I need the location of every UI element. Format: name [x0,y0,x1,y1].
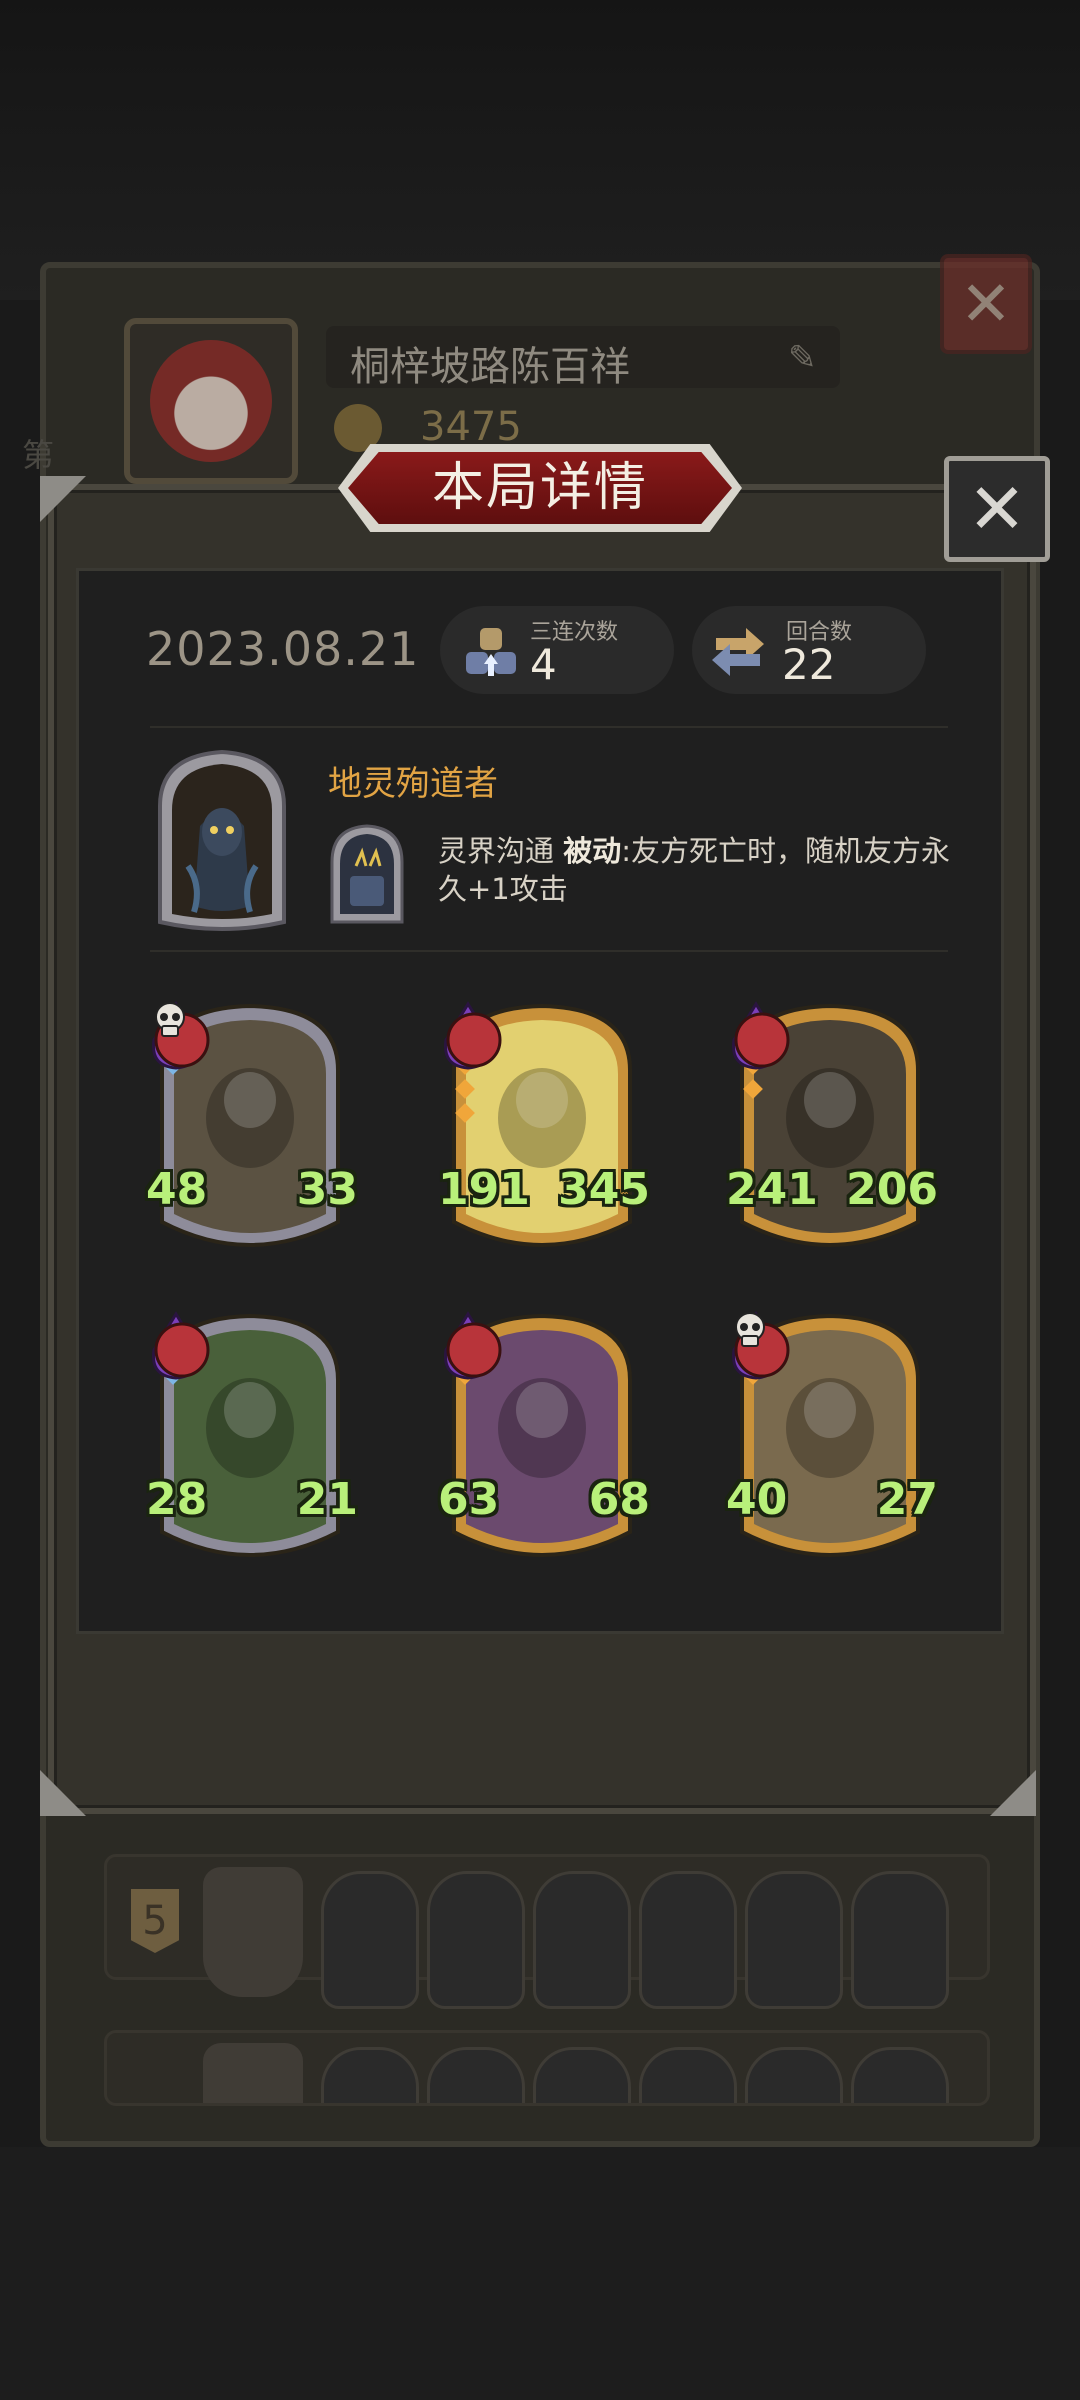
health-value: 33 [296,1164,358,1215]
background-top [0,0,1080,300]
history-row[interactable]: 5 [104,1854,990,2009]
row-card [851,1871,949,2009]
profile-avatar-frame[interactable] [124,318,298,484]
attack-value: 241 [726,1164,818,1215]
attack-value: 191 [438,1164,530,1215]
attack-value: 28 [146,1474,208,1525]
round-count-box: 回合数 22 [692,606,926,694]
row-card [745,1871,843,2009]
modal-title: 本局详情 [431,458,648,518]
minion-card[interactable]: 48 33 [146,1000,358,1270]
health-value: 27 [876,1474,938,1525]
close-button[interactable]: ✕ [944,456,1050,562]
hero-name: 地灵殉道者 [328,764,498,804]
row-card [533,1871,631,2009]
health-value: 21 [296,1474,358,1525]
rank-badge: 5 [131,1889,179,1953]
side-label: 第 [22,436,55,474]
round-count-value: 22 [782,640,836,689]
profile-close-button[interactable]: ✕ [940,254,1032,354]
row-card [533,2047,631,2103]
hero-skill-description: 灵界沟通 被动:友方死亡时，随机友方永久+1攻击 [438,832,978,908]
hero-portrait[interactable] [150,746,294,934]
attack-value: 48 [146,1164,208,1215]
row-card [427,1871,525,2009]
triple-count-box: 三连次数 4 [440,606,674,694]
minion-card[interactable]: 191 345 [438,1000,650,1270]
row-card [639,2047,737,2103]
health-icon [446,1012,502,1068]
history-row[interactable] [104,2030,990,2106]
background-bottom [0,2147,1080,2400]
health-value: 345 [558,1164,650,1215]
match-date: 2023.08.21 [146,622,420,676]
divider [150,950,948,952]
skull-icon [735,1312,765,1347]
attack-value: 40 [726,1474,788,1525]
row-card [745,2047,843,2103]
triple-icon [466,628,516,676]
row-card [321,2047,419,2103]
skull-icon [155,1002,185,1037]
history-list: 5 [48,1800,1032,2140]
health-value: 68 [588,1474,650,1525]
row-card [427,2047,525,2103]
row-card [851,2047,949,2103]
row-hero-portrait [203,1867,303,1997]
triple-count-value: 4 [530,640,557,689]
minion-card[interactable]: 63 68 [438,1310,650,1580]
health-icon [734,1012,790,1068]
minion-card[interactable]: 40 27 [726,1310,938,1580]
divider [150,726,948,728]
minion-card[interactable]: 241 206 [726,1000,938,1270]
health-icon [154,1322,210,1378]
avatar [150,340,272,462]
minion-card[interactable]: 28 21 [146,1310,358,1580]
profile-score: 3475 [420,404,522,450]
skill-type: 被动 [563,834,622,868]
rounds-icon [712,628,764,676]
row-hero-portrait [203,2043,303,2103]
attack-value: 63 [438,1474,500,1525]
row-card [321,1871,419,2009]
health-icon [446,1322,502,1378]
edit-pencil-icon[interactable]: ✎ [788,338,817,378]
hero-skill-icon[interactable] [326,822,408,928]
health-value: 206 [846,1164,938,1215]
skill-name: 灵界沟通 [438,834,555,868]
close-icon: ✕ [967,468,1027,550]
row-card [639,1871,737,2009]
profile-name: 桐梓坡路陈百祥 [350,344,630,390]
